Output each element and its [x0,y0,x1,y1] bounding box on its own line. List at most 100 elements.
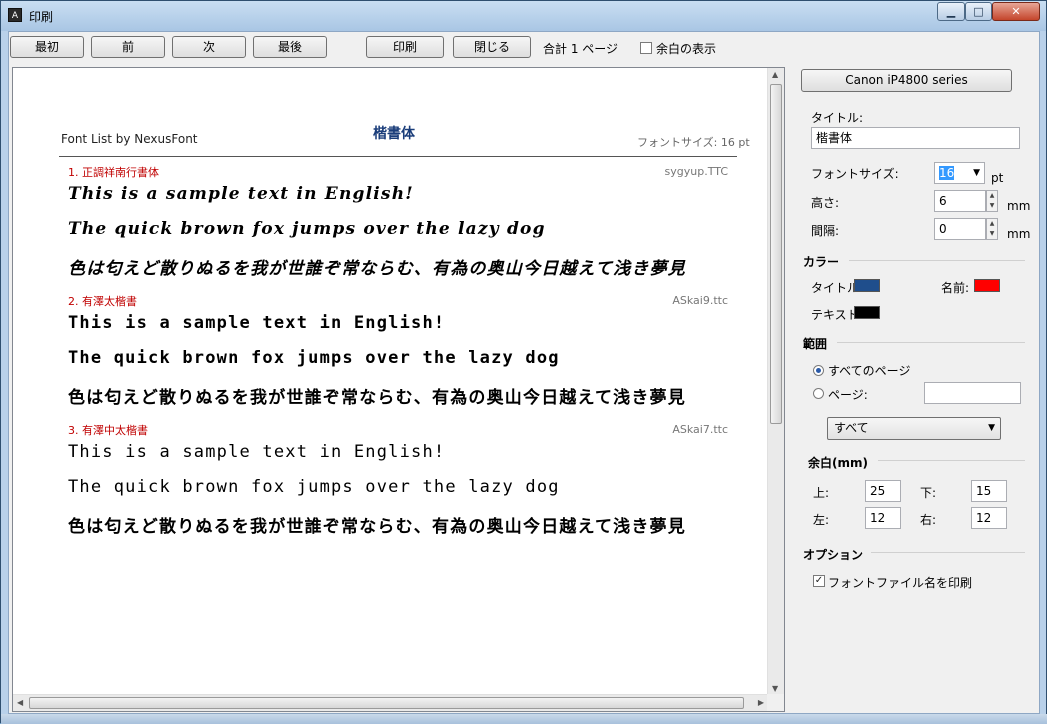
pages-input[interactable] [924,382,1021,404]
font-name: 3. 有澤中太楷書 [68,424,148,437]
sample-english: This is a sample text in English! [68,313,446,333]
header-divider [59,156,737,157]
window-title: 印刷 [29,10,54,24]
font-file: sygyup.TTC [664,165,728,178]
print-filename-checkbox[interactable]: ✓ [813,575,825,587]
preview-header-left: Font List by NexusFont [61,132,198,146]
spacing-unit: mm [1007,227,1031,241]
close-icon: ✕ [1011,5,1021,18]
minimize-button[interactable]: ▁ [937,2,965,21]
color-section-divider [849,260,1025,261]
spin-up-icon[interactable]: ▲ [987,191,997,201]
left-margin-label: 左: [813,513,830,527]
right-margin-label: 右: [920,513,937,527]
prev-page-button[interactable]: 前 [91,36,165,58]
last-page-button[interactable]: 最後 [253,36,327,58]
text-color-label: テキスト: [811,308,855,322]
right-margin-input[interactable]: 12 [971,507,1007,529]
margin-section-title: 余白(mm) [808,456,868,470]
show-margin-checkbox[interactable] [640,42,652,54]
sample-pangram: The quick brown fox jumps over the lazy … [68,348,560,368]
pages-radio[interactable] [813,388,824,399]
all-pages-radio[interactable] [813,365,824,376]
range-section-title: 範囲 [803,337,828,351]
print-window: A 印刷 ▁ □ ✕ 最初 前 次 最後 印刷 閉じる 合計 1 ページ 余白の… [0,0,1047,724]
settings-panel: Canon iP4800 series タイトル: 楷書体 フォントサイズ: 1… [781,31,1039,714]
font-size-select[interactable]: 16 ▼ [934,162,985,184]
name-color-label: 名前: [941,281,970,295]
bottom-margin-input[interactable]: 15 [971,480,1007,502]
printer-select-button[interactable]: Canon iP4800 series [801,69,1012,92]
show-margin-label[interactable]: 余白の表示 [656,40,716,57]
height-spinner[interactable]: ▲ ▼ [986,190,998,212]
print-preview[interactable]: Font List by NexusFont 楷書体 フォントサイズ: 16 p… [12,67,785,712]
font-size-value: 16 [939,166,955,180]
pages-label[interactable]: ページ: [828,386,868,403]
page-count: 合計 1 ページ [543,42,619,56]
close-button[interactable]: 閉じる [453,36,531,58]
scroll-left-icon[interactable]: ◀ [17,698,23,708]
spin-up-icon[interactable]: ▲ [987,219,997,229]
font-size-unit: pt [991,171,1004,185]
spacing-label: 間隔: [811,224,840,238]
sample-japanese: 色は匂えど散りぬるを我が世誰ぞ常ならむ、有為の奥山今日越えて浅き夢見 [68,388,686,408]
spacing-input[interactable]: 0 [934,218,986,240]
font-size-label: フォントサイズ: [811,167,899,181]
sample-english: This is a sample text in English! [68,442,446,462]
sample-japanese: 色は匂えど散りぬるを我が世誰ぞ常ならむ、有為の奥山今日越えて浅き夢見 [68,517,686,537]
print-button[interactable]: 印刷 [366,36,444,58]
range-select-value: すべて [834,421,869,435]
minimize-icon: ▁ [946,5,956,18]
scroll-down-icon[interactable]: ▼ [772,684,778,694]
title-color-label: タイトル: [811,281,855,295]
font-file: ASkai7.ttc [672,423,728,436]
bottom-margin-label: 下: [920,486,937,500]
preview-page: Font List by NexusFont 楷書体 フォントサイズ: 16 p… [13,68,768,696]
spacing-spinner[interactable]: ▲ ▼ [986,218,998,240]
title-bar[interactable]: A 印刷 ▁ □ ✕ [1,1,1046,31]
left-margin-input[interactable]: 12 [865,507,901,529]
chevron-down-icon: ▼ [988,423,995,433]
spin-down-icon[interactable]: ▼ [987,229,997,239]
font-name: 1. 正調祥南行書体 [68,166,159,179]
sample-japanese: 色は匂えど散りぬるを我が世誰ぞ常ならむ、有為の奥山今日越えて浅き夢見 [68,259,686,279]
chevron-down-icon: ▼ [973,168,980,178]
height-unit: mm [1007,199,1031,213]
first-page-button[interactable]: 最初 [10,36,84,58]
horizontal-scroll-thumb[interactable] [29,697,744,709]
spin-down-icon[interactable]: ▼ [987,201,997,211]
preview-header-right: フォントサイズ: 16 pt [637,136,750,149]
maximize-button[interactable]: □ [965,2,992,21]
sample-pangram: The quick brown fox jumps over the lazy … [68,477,560,497]
app-icon: A [8,8,22,22]
top-margin-label: 上: [813,486,830,500]
scroll-up-icon[interactable]: ▲ [772,70,778,80]
title-color-swatch[interactable] [854,279,880,292]
maximize-icon: □ [973,5,984,18]
text-color-swatch[interactable] [854,306,880,319]
height-input[interactable]: 6 [934,190,986,212]
range-section-divider [837,342,1025,343]
color-section-title: カラー [803,255,840,269]
sample-english: This is a sample text in English! [68,184,414,204]
options-section-divider [871,552,1025,553]
range-select[interactable]: すべて ▼ [827,417,1001,440]
scroll-right-icon[interactable]: ▶ [758,698,764,708]
title-label: タイトル: [811,111,864,125]
print-filename-label[interactable]: フォントファイル名を印刷 [828,574,972,591]
top-margin-input[interactable]: 25 [865,480,901,502]
close-window-button[interactable]: ✕ [992,2,1040,21]
sample-pangram: The quick brown fox jumps over the lazy … [68,219,546,239]
font-file: ASkai9.ttc [672,294,728,307]
preview-header-title: 楷書体 [373,126,415,142]
options-section-title: オプション [803,548,864,562]
next-page-button[interactable]: 次 [172,36,246,58]
title-input[interactable]: 楷書体 [811,127,1020,149]
checkmark-icon: ✓ [814,575,824,586]
font-name: 2. 有澤太楷書 [68,295,137,308]
all-pages-label[interactable]: すべてのページ [828,362,910,379]
height-label: 高さ: [811,196,840,210]
name-color-swatch[interactable] [974,279,1000,292]
horizontal-scrollbar[interactable]: ◀ ▶ [13,694,768,711]
margin-section-divider [878,460,1025,461]
